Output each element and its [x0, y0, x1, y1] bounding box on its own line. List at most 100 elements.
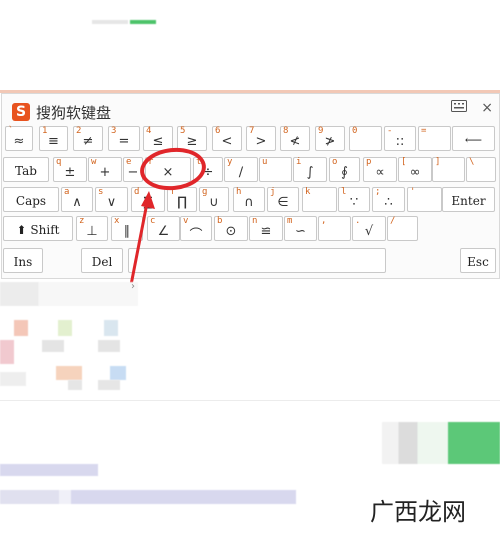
key-symbol: ∨ — [106, 195, 117, 210]
key-symbol: ≈ — [13, 134, 25, 149]
key-row1-sym11[interactable]: -:: — [384, 126, 416, 151]
key-row5-esc[interactable]: Esc — [460, 248, 496, 273]
key-row2-y[interactable]: y ∕ — [224, 157, 258, 182]
key-row3-a[interactable]: a ∧ — [61, 187, 93, 212]
key-row1-blank-13[interactable]: ⟵ — [452, 126, 495, 151]
key-row1-sym0[interactable]: ` ≈ — [5, 126, 33, 151]
key-symbol: Esc — [467, 255, 489, 269]
key-row1-9[interactable]: 9 ≯ — [315, 126, 345, 151]
blurred-tile-1 — [14, 320, 28, 336]
key-row3-s[interactable]: s ∨ — [95, 187, 128, 212]
blurred-tile-8 — [110, 366, 126, 380]
blurred-tile-5 — [42, 340, 64, 352]
key-symbol: > — [255, 134, 267, 149]
blurred-tile-10 — [68, 380, 82, 390]
key-row2-p[interactable]: p ∝ — [363, 157, 397, 182]
key-row1-6[interactable]: 6 < — [212, 126, 242, 151]
chevron-icon: › — [131, 281, 135, 292]
key-row1-3[interactable]: 3 = — [108, 126, 140, 151]
key-row2-w[interactable]: w + — [88, 157, 122, 182]
key-symbol: ⟵ — [464, 133, 483, 147]
key-symbol: ∴ — [384, 195, 393, 210]
key-symbol: ≡ — [48, 134, 59, 149]
key-row3-sym10[interactable]: ; ∴ — [372, 187, 405, 212]
key-symbol: ∕ — [238, 165, 244, 180]
key-row2-q[interactable]: q ± — [53, 157, 87, 182]
key-row3-caps[interactable]: Caps — [3, 187, 59, 212]
key-symbol: ∪ — [209, 195, 219, 210]
key-symbol: Caps — [15, 194, 47, 208]
key-row2-u[interactable]: u — [259, 157, 292, 182]
key-row2-sym12[interactable]: ] — [432, 157, 465, 182]
blurred-bar-top-green — [130, 20, 156, 24]
key-symbol: = — [118, 134, 130, 149]
key-row5-del[interactable]: Del — [81, 248, 123, 273]
key-symbol: ∮ — [341, 165, 348, 180]
key-symbol: ∝ — [375, 165, 385, 180]
key-row4-sym10[interactable]: / — [387, 216, 418, 241]
key-row4-sym8[interactable]: , — [318, 216, 351, 241]
key-row4-v[interactable]: v ⌒ — [180, 216, 212, 243]
keyboard-icon[interactable] — [451, 100, 468, 116]
key-symbol: :: — [395, 134, 405, 149]
key-symbol: ∈ — [277, 195, 289, 210]
key-row2-sym13[interactable]: \ — [466, 157, 496, 182]
key-row2-sym11[interactable]: [∞ — [398, 157, 432, 182]
key-row1-1[interactable]: 1 ≡ — [39, 126, 68, 151]
blurred-tile-11 — [98, 380, 120, 390]
key-symbol: ≮ — [289, 134, 301, 149]
key-row4-sym9[interactable]: . √ — [352, 216, 386, 241]
key-symbol: ≤ — [152, 134, 164, 149]
key-symbol: ≌ — [260, 224, 272, 239]
blurred-text-line-2 — [0, 490, 296, 504]
key-row4-m[interactable]: m ∽ — [284, 216, 317, 241]
key-symbol: ∞ — [409, 165, 421, 180]
key-shortcut-label: 0 — [352, 126, 358, 136]
key-row1-8[interactable]: 8 ≮ — [280, 126, 310, 151]
key-row4-z[interactable]: z ⊥ — [76, 216, 108, 241]
keyboard-title: 搜狗软键盘 — [36, 103, 112, 122]
key-row1-0[interactable]: 0 — [349, 126, 382, 151]
divider-line — [0, 400, 500, 401]
key-row4-b[interactable]: b ⊙ — [214, 216, 248, 241]
red-annotation-arrow — [129, 191, 155, 286]
blurred-tile-6 — [98, 340, 120, 352]
key-row3-l[interactable]: l ∵ — [338, 187, 370, 212]
key-symbol: + — [99, 165, 111, 180]
blurred-tile-4 — [0, 340, 14, 364]
key-row3-g[interactable]: g ∪ — [199, 187, 229, 212]
key-symbol: ± — [64, 165, 76, 180]
key-row2-tab[interactable]: Tab — [3, 157, 49, 182]
key-symbol: Enter — [451, 194, 486, 208]
key-symbol: ∵ — [349, 195, 359, 210]
key-row3-h[interactable]: h ∩ — [233, 187, 265, 212]
key-row1-2[interactable]: 2 ≠ — [73, 126, 103, 151]
key-row5-ins[interactable]: Ins — [3, 248, 43, 273]
key-row4-shift[interactable]: ⬆ Shift — [3, 216, 73, 241]
key-row4-n[interactable]: n ≌ — [249, 216, 283, 241]
key-symbol: ∧ — [72, 195, 82, 210]
key-row2-o[interactable]: o ∮ — [329, 157, 360, 182]
key-shortcut-label: , — [321, 216, 327, 226]
key-row1-7[interactable]: 7 > — [246, 126, 276, 151]
key-row5-blank[interactable] — [128, 248, 386, 273]
key-row3-f[interactable]: f ∏ — [167, 187, 197, 212]
key-row3-sym11[interactable]: ' — [407, 187, 442, 212]
close-icon[interactable]: × — [481, 100, 493, 116]
key-symbol: ⬆ Shift — [16, 223, 60, 237]
key-symbol: √ — [364, 224, 374, 239]
key-symbol: Tab — [15, 164, 37, 178]
title-bar-controls: × — [451, 100, 493, 116]
key-symbol: Ins — [13, 255, 33, 269]
key-shortcut-label: k — [305, 187, 311, 197]
key-row2-i[interactable]: i ∫ — [293, 157, 327, 182]
key-shortcut-label: ] — [435, 157, 441, 167]
key-row3-k[interactable]: k — [302, 187, 337, 212]
key-row1-sym12[interactable]: = — [418, 126, 451, 151]
blurred-tile-3 — [104, 320, 118, 336]
key-symbol: ∽ — [295, 224, 306, 239]
key-row3-enter[interactable]: Enter — [442, 187, 495, 212]
blurred-text-line-1 — [0, 464, 98, 476]
key-row1-4[interactable]: 4 ≤ — [143, 126, 173, 151]
key-row3-j[interactable]: j ∈ — [267, 187, 299, 212]
